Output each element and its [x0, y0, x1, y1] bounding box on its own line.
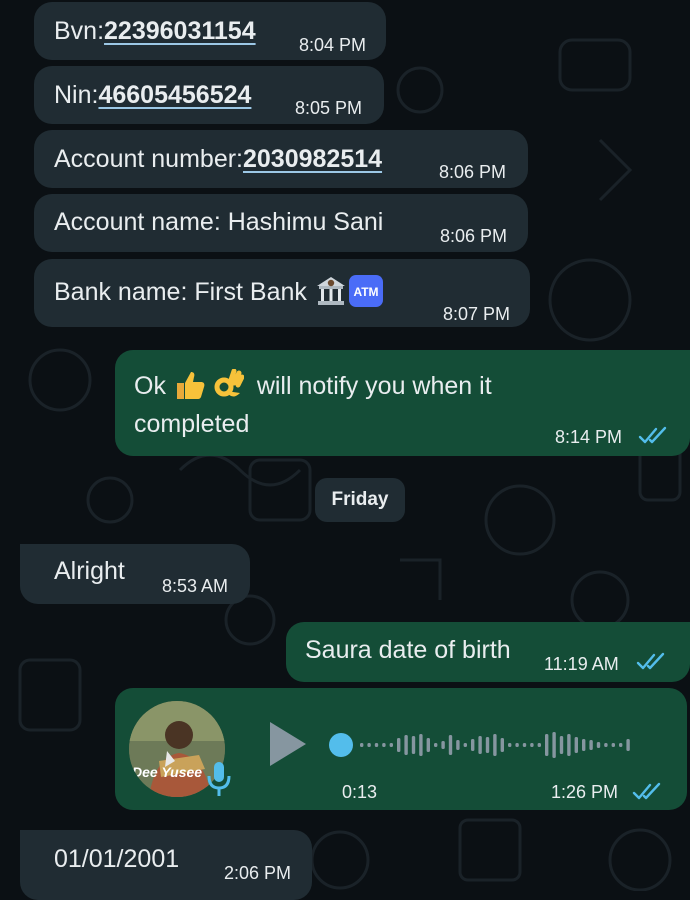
- message-time: 8:14 PM: [555, 427, 623, 447]
- waveform-bar: [500, 738, 504, 752]
- waveform-bar: [434, 743, 438, 747]
- waveform-bar: [382, 743, 386, 747]
- waveform-bar: [604, 743, 608, 747]
- waveform-bar: [611, 743, 615, 747]
- waveform-bar: [411, 736, 416, 754]
- ok-hand-emoji: [214, 368, 245, 405]
- double-check-icon: [638, 426, 667, 444]
- waveform-bar: [537, 743, 541, 747]
- waveform-bar: [493, 734, 497, 756]
- waveform-bar: [589, 740, 593, 750]
- waveform-bar: [530, 743, 534, 747]
- message-time: 8:05 PM: [295, 98, 363, 118]
- message-time: 2:06 PM: [224, 863, 292, 883]
- message-time: 1:26 PM: [551, 782, 619, 802]
- waveform-bar: [485, 737, 490, 753]
- avatar-caption: Dee Yusee: [132, 764, 203, 780]
- double-check-icon: [636, 652, 665, 670]
- phone-number-link[interactable]: 46605456524: [98, 81, 251, 109]
- message-text: 01/01/2001: [54, 845, 180, 873]
- message-time: 8:04 PM: [299, 35, 367, 55]
- waveform-bar: [522, 743, 527, 747]
- message-text-line2: completed: [134, 410, 250, 438]
- thumbs-up-emoji: [173, 369, 207, 405]
- message-time: 8:53 AM: [162, 576, 229, 596]
- waveform-bar: [508, 743, 512, 747]
- waveform-bar: [463, 743, 467, 747]
- waveform-bar: [552, 732, 556, 758]
- message-outgoing[interactable]: Saura date of birth 11:19 AM: [286, 622, 690, 682]
- message-incoming[interactable]: Account name: Hashimu Sani 8:06 PM: [34, 194, 528, 252]
- waveform-bar: [367, 743, 371, 747]
- waveform[interactable]: [328, 728, 658, 762]
- waveform-bar: [619, 743, 623, 747]
- waveform-bar: [626, 739, 630, 751]
- date-separator: Friday: [315, 478, 405, 522]
- waveform-bar: [515, 743, 519, 747]
- message-text: Bank name: First Bank: [54, 278, 307, 306]
- waveform-bar: [448, 735, 453, 755]
- waveform-bar: [374, 743, 379, 747]
- message-time: 8:06 PM: [439, 162, 507, 182]
- message-incoming[interactable]: Nin:46605456524 8:05 PM: [34, 66, 384, 124]
- svg-text:ATM: ATM: [353, 285, 378, 299]
- waveform-bar: [426, 738, 430, 752]
- message-text: will notify you when it: [256, 372, 492, 400]
- waveform-bar: [478, 736, 482, 754]
- atm-emoji: ATM: [348, 274, 384, 312]
- message-incoming[interactable]: Account number:2030982514 8:06 PM: [34, 130, 528, 188]
- double-check-icon: [632, 782, 661, 800]
- message-text: Saura date of birth: [305, 636, 511, 664]
- waveform-bar: [456, 740, 460, 750]
- message-time: 8:06 PM: [440, 226, 508, 246]
- waveform-bar: [360, 743, 364, 747]
- waveform-bar: [397, 738, 401, 752]
- bank-emoji: [314, 274, 348, 312]
- message-time: 11:19 AM: [544, 654, 619, 674]
- message-incoming[interactable]: Bvn:22396031154 8:04 PM: [34, 2, 386, 60]
- message-label: Nin:: [54, 81, 99, 109]
- waveform-bar: [596, 742, 601, 748]
- play-icon[interactable]: [268, 720, 308, 768]
- waveform-bar: [559, 736, 564, 754]
- waveform-bar: [574, 737, 578, 753]
- microphone-icon: [207, 762, 231, 796]
- voice-duration: 0:13: [342, 782, 378, 802]
- phone-number-link[interactable]: 2030982514: [243, 145, 382, 173]
- waveform-bar: [441, 741, 445, 749]
- message-text: Account name: Hashimu Sani: [54, 208, 384, 236]
- waveform-bar: [419, 734, 423, 756]
- message-label: Bvn:: [54, 17, 105, 45]
- message-text: Alright: [54, 557, 125, 585]
- message-outgoing[interactable]: Ok will notify you when it completed 8:1…: [115, 350, 690, 456]
- message-time: 8:07 PM: [443, 304, 511, 324]
- waveform-bar: [582, 739, 586, 751]
- phone-number-link[interactable]: 22396031154: [104, 17, 256, 45]
- message-label: Account number:: [54, 145, 243, 173]
- waveform-bar: [389, 743, 393, 747]
- waveform-bar: [404, 735, 408, 755]
- waveform-bar: [567, 734, 571, 756]
- message-incoming[interactable]: Bank name: First Bank ATM 8:07 PM: [34, 259, 530, 327]
- message-incoming[interactable]: Alright 8:53 AM: [20, 544, 250, 604]
- waveform-bar: [471, 739, 475, 751]
- message-text: Ok: [134, 372, 166, 400]
- waveform-bar: [545, 734, 549, 756]
- message-incoming[interactable]: 01/01/2001 2:06 PM: [20, 830, 312, 900]
